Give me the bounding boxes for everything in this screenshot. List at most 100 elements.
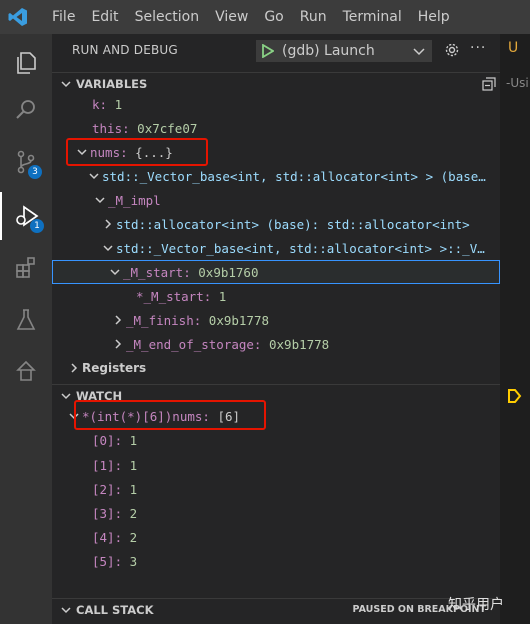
- run-debug-title: RUN AND DEBUG: [72, 43, 178, 57]
- editor-tab-status-letter: U: [508, 40, 519, 56]
- source-control-badge: 3: [28, 165, 42, 179]
- variable-name: this:: [92, 120, 130, 136]
- watch-index: [3]:: [92, 505, 123, 521]
- chevron-down-icon: [61, 607, 71, 614]
- watch-item-5[interactable]: [5]: 3: [52, 549, 530, 573]
- chevron-down-icon: [95, 197, 105, 204]
- vscode-logo-icon: [8, 8, 27, 26]
- menu-help[interactable]: Help: [410, 9, 458, 25]
- menu-go[interactable]: Go: [256, 9, 291, 25]
- chevron-down-icon[interactable]: [412, 44, 426, 58]
- menu-view[interactable]: View: [207, 9, 256, 25]
- collapse-all-icon[interactable]: [482, 77, 496, 91]
- variable-value: 0x9b1760: [198, 264, 259, 280]
- sidebar: RUN AND DEBUG (gdb) Launch ··· VARIABLES…: [52, 34, 500, 624]
- chevron-down-icon: [89, 173, 99, 180]
- variable-value: 1: [114, 96, 123, 112]
- explorer-button[interactable]: [0, 38, 52, 86]
- watch-item-0[interactable]: [0]: 1: [52, 428, 530, 452]
- menu-file[interactable]: File: [44, 9, 83, 25]
- more-actions-icon[interactable]: ···: [470, 40, 486, 56]
- source-control-button[interactable]: 3: [0, 138, 52, 186]
- watch-index: [4]:: [92, 529, 123, 545]
- variable-name: std::allocator<int> (base): std::allocat…: [116, 216, 470, 232]
- variable-row-m-impl[interactable]: _M_impl: [52, 188, 530, 212]
- run-debug-header: RUN AND DEBUG (gdb) Launch ···: [52, 34, 500, 68]
- variable-row-vector-base[interactable]: std::_Vector_base<int, std::allocator<in…: [52, 164, 530, 188]
- chevron-right-icon: [115, 315, 122, 325]
- variable-row-this[interactable]: this: 0x7cfe07: [52, 116, 530, 140]
- search-icon: [16, 100, 35, 119]
- watch-item-2[interactable]: [2]: 1: [52, 477, 530, 501]
- watch-index: [0]:: [92, 432, 123, 448]
- variable-row-m-finish[interactable]: _M_finish: 0x9b1778: [52, 308, 530, 332]
- remote-explorer-icon: [16, 360, 36, 381]
- registers-label: Registers: [82, 361, 147, 375]
- variable-name: _M_end_of_storage:: [126, 336, 262, 352]
- call-stack-section-header[interactable]: CALL STACK PAUSED ON BREAKPOINT: [52, 598, 500, 621]
- registers-row[interactable]: Registers: [52, 356, 514, 380]
- menu-selection[interactable]: Selection: [127, 9, 208, 25]
- search-button[interactable]: [0, 86, 52, 134]
- launch-config-name: (gdb) Launch: [282, 43, 375, 59]
- debug-badge: 1: [30, 219, 44, 233]
- variable-name: *_M_start:: [136, 288, 212, 304]
- watch-value: 1: [129, 457, 138, 473]
- variable-row-k[interactable]: k: 1: [52, 92, 530, 116]
- watch-value: 3: [129, 553, 138, 569]
- variable-row-vector-impl[interactable]: std::_Vector_base<int, std::allocator<in…: [52, 236, 530, 260]
- variable-row-deref-m-start[interactable]: *_M_start: 1: [52, 284, 530, 308]
- nums-highlight-box: [66, 138, 208, 166]
- variable-name: _M_start:: [123, 264, 191, 280]
- variable-value: 0x7cfe07: [137, 120, 198, 136]
- variable-row-m-start[interactable]: _M_start: 0x9b1760: [52, 260, 500, 284]
- variables-title: VARIABLES: [76, 77, 148, 91]
- menu-run[interactable]: Run: [292, 9, 335, 25]
- watch-value: 1: [129, 432, 138, 448]
- remote-explorer-button[interactable]: [0, 348, 52, 396]
- call-stack-title: CALL STACK: [76, 603, 154, 617]
- title-bar: File Edit Selection View Go Run Terminal…: [0, 0, 530, 34]
- watch-value: 2: [129, 529, 138, 545]
- run-debug-button[interactable]: 1: [0, 192, 52, 240]
- watch-item-1[interactable]: [1]: 1: [52, 453, 530, 477]
- menu-edit[interactable]: Edit: [83, 9, 126, 25]
- watch-item-3[interactable]: [3]: 2: [52, 501, 530, 525]
- variable-name: _M_impl: [108, 192, 161, 208]
- watermark: 知乎用户: [448, 597, 504, 613]
- variable-name: std::_Vector_base<int, std::allocator<in…: [102, 168, 486, 184]
- launch-config-select[interactable]: (gdb) Launch: [256, 40, 432, 62]
- testing-button[interactable]: [0, 296, 52, 344]
- variable-value: 0x9b1778: [269, 336, 330, 352]
- variable-value: 0x9b1778: [208, 312, 270, 328]
- chevron-right-icon: [105, 219, 112, 229]
- variable-value: 1: [218, 288, 227, 304]
- watch-value: 1: [129, 481, 138, 497]
- chevron-down-icon: [61, 393, 71, 400]
- menu-bar: File Edit Selection View Go Run Terminal…: [44, 0, 458, 34]
- extensions-icon: [16, 257, 35, 278]
- files-icon: [17, 52, 36, 74]
- breakpoint-arrow-icon: [508, 389, 522, 403]
- editor-edge: [500, 34, 530, 624]
- variable-name: std::_Vector_base<int, std::allocator<in…: [116, 240, 485, 256]
- watch-index: [1]:: [92, 457, 123, 473]
- play-icon[interactable]: [262, 44, 274, 58]
- watch-item-4[interactable]: [4]: 2: [52, 525, 530, 549]
- watch-index: [2]:: [92, 481, 123, 497]
- menu-terminal[interactable]: Terminal: [335, 9, 410, 25]
- gear-icon[interactable]: [444, 42, 460, 58]
- watch-highlight-box: [74, 400, 266, 430]
- variable-name: k:: [92, 96, 108, 112]
- extensions-button[interactable]: [0, 244, 52, 292]
- editor-edge-text: -Usi: [506, 76, 529, 90]
- chevron-down-icon: [110, 269, 120, 276]
- variable-row-allocator[interactable]: std::allocator<int> (base): std::allocat…: [52, 212, 530, 236]
- flask-icon: [16, 309, 36, 330]
- variable-row-m-end-of-storage[interactable]: _M_end_of_storage: 0x9b1778: [52, 332, 530, 356]
- variable-name: _M_finish:: [126, 312, 202, 328]
- chevron-down-icon: [61, 81, 71, 88]
- chevron-down-icon: [103, 245, 113, 252]
- chevron-right-icon: [71, 363, 78, 373]
- watch-value: 2: [129, 505, 138, 521]
